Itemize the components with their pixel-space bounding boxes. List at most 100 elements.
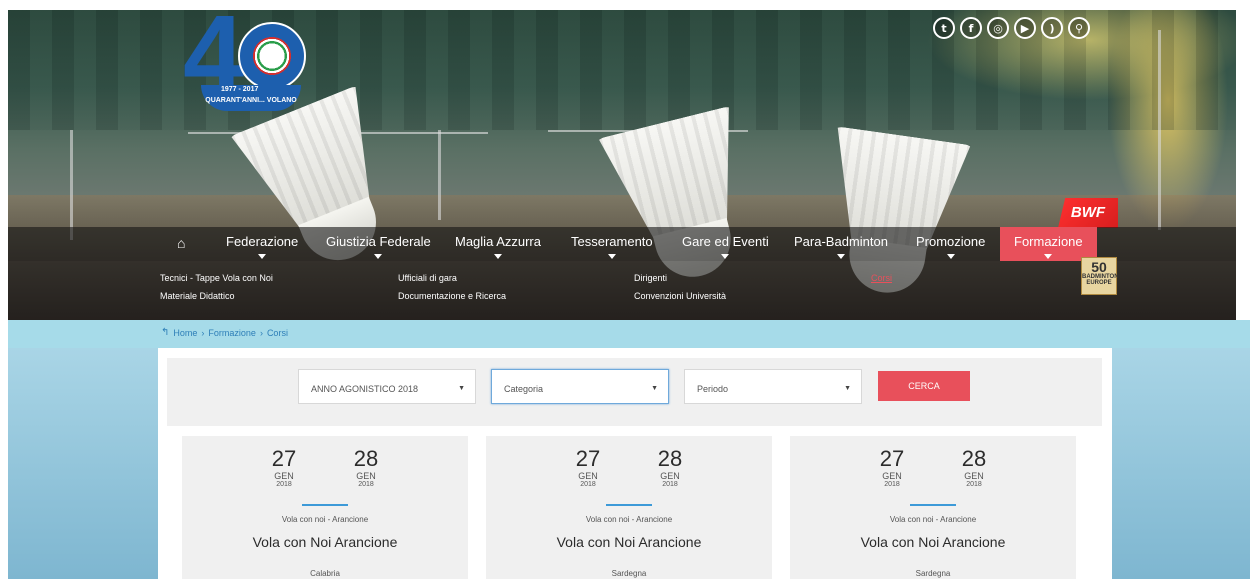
periodo-select[interactable]: Periodo ▼ xyxy=(684,369,862,404)
chevron-down-icon xyxy=(1044,254,1053,259)
nav-label: Promozione xyxy=(916,234,986,249)
formazione-submenu: Tecnici - Tappe Vola con Noi Ufficiali d… xyxy=(8,257,1236,320)
breadcrumb: ↰ Home › Formazione › Corsi xyxy=(161,327,288,338)
card-divider xyxy=(910,504,956,506)
breadcrumb-home[interactable]: Home xyxy=(173,328,197,338)
home-icon[interactable]: ⌂ xyxy=(177,235,185,251)
end-date: 28 GEN 2018 xyxy=(345,448,387,489)
end-day: 28 xyxy=(353,446,379,471)
course-title[interactable]: Vola con Noi Arancione xyxy=(182,534,468,550)
end-day: 28 xyxy=(657,446,683,471)
card-divider xyxy=(302,504,348,506)
submenu-item-tecnici[interactable]: Tecnici - Tappe Vola con Noi xyxy=(160,273,273,283)
categoria-select-value: Categoria xyxy=(504,384,544,394)
end-month: GEN xyxy=(964,471,984,481)
nav-label: Federazione xyxy=(226,234,299,249)
course-card[interactable]: 27 GEN 2018 28 GEN 2018 Vola con noi - A… xyxy=(790,436,1076,579)
chevron-down-icon xyxy=(946,254,955,259)
submenu-item-corsi[interactable]: Corsi xyxy=(871,273,892,283)
categoria-select[interactable]: Categoria ▼ xyxy=(491,369,669,404)
twitter-icon[interactable]: t xyxy=(933,17,955,39)
dropdown-arrow-icon: ▼ xyxy=(651,385,658,392)
cerca-button[interactable]: CERCA xyxy=(878,371,970,401)
facebook-icon[interactable]: f xyxy=(960,17,982,39)
net-post xyxy=(70,130,73,240)
net-post xyxy=(1158,30,1161,230)
end-date: 28 GEN 2018 xyxy=(649,448,691,489)
end-year: 2018 xyxy=(966,481,982,488)
dropdown-arrow-icon: ▼ xyxy=(458,385,465,392)
end-date: 28 GEN 2018 xyxy=(953,448,995,489)
nav-item-promozione[interactable]: Promozione xyxy=(916,227,985,261)
end-day: 28 xyxy=(961,446,987,471)
start-month: GEN xyxy=(274,471,294,481)
anno-select[interactable]: ANNO AGONISTICO 2018 ▼ xyxy=(298,369,476,404)
back-arrow-icon[interactable]: ↰ xyxy=(161,327,169,338)
nav-label: Formazione xyxy=(1014,234,1083,249)
fiba-40-logo[interactable]: 4 QUARANT'ANNI... VOLANO 1977 - 2017 xyxy=(183,10,323,130)
course-title[interactable]: Vola con Noi Arancione xyxy=(790,534,1076,550)
course-region: Sardegna xyxy=(611,569,647,578)
logo-years: 1977 - 2017 xyxy=(221,86,259,93)
nav-item-federazione[interactable]: Federazione xyxy=(226,227,298,261)
anno-select-value: ANNO AGONISTICO 2018 xyxy=(311,384,419,394)
nav-item-giustizia-federale[interactable]: Giustizia Federale xyxy=(326,227,431,261)
badminton-europe-number: 50 xyxy=(1091,259,1107,275)
nav-label: Para-Badminton xyxy=(794,234,888,249)
end-month: GEN xyxy=(356,471,376,481)
breadcrumb-corsi: Corsi xyxy=(266,327,288,338)
course-category: Vola con noi - Arancione xyxy=(585,515,673,524)
start-date: 27 GEN 2018 xyxy=(567,448,609,489)
search-icon[interactable]: ⚲ xyxy=(1068,17,1090,39)
course-dates: 27 GEN 2018 28 GEN 2018 xyxy=(486,448,772,489)
rss-icon[interactable]: ) xyxy=(1041,17,1063,39)
chevron-down-icon xyxy=(493,254,502,259)
badminton-europe-text: BADMINTON EUROPE xyxy=(1082,274,1119,286)
course-region: Calabria xyxy=(310,569,340,578)
course-card[interactable]: 27 GEN 2018 28 GEN 2018 Vola con noi - A… xyxy=(182,436,468,579)
instagram-icon[interactable]: ◎ xyxy=(987,17,1009,39)
start-date: 27 GEN 2018 xyxy=(263,448,305,489)
nav-item-para-badminton[interactable]: Para-Badminton xyxy=(794,227,888,261)
main-nav: ⌂ Federazione Giustizia Federale Maglia … xyxy=(8,227,1236,261)
nav-label: Giustizia Federale xyxy=(326,234,431,249)
youtube-icon[interactable]: ▶ xyxy=(1014,17,1036,39)
chevron-down-icon xyxy=(607,254,616,259)
submenu-item-documentazione[interactable]: Documentazione e Ricerca xyxy=(398,291,506,301)
course-dates: 27 GEN 2018 28 GEN 2018 xyxy=(182,448,468,489)
course-title[interactable]: Vola con Noi Arancione xyxy=(486,534,772,550)
nav-label: Maglia Azzurra xyxy=(455,234,541,249)
nav-item-formazione[interactable]: Formazione xyxy=(1000,227,1097,261)
start-day: 27 xyxy=(879,446,905,471)
nav-item-tesseramento[interactable]: Tesseramento xyxy=(571,227,653,261)
logo-emblem xyxy=(238,22,306,90)
badminton-europe-logo[interactable]: 50 BADMINTON EUROPE xyxy=(1081,257,1119,295)
chevron-down-icon xyxy=(721,254,730,259)
bwf-logo[interactable]: BWF xyxy=(1058,198,1118,228)
net-post xyxy=(438,130,441,220)
submenu-item-materiale-didattico[interactable]: Materiale Didattico xyxy=(160,291,235,301)
nav-item-gare-ed-eventi[interactable]: Gare ed Eventi xyxy=(682,227,769,261)
end-month: GEN xyxy=(660,471,680,481)
side-background-right xyxy=(1112,348,1250,579)
start-month: GEN xyxy=(882,471,902,481)
course-card[interactable]: 27 GEN 2018 28 GEN 2018 Vola con noi - A… xyxy=(486,436,772,579)
submenu-item-dirigenti[interactable]: Dirigenti xyxy=(634,273,667,283)
dropdown-arrow-icon: ▼ xyxy=(844,385,851,392)
start-day: 27 xyxy=(575,446,601,471)
breadcrumb-formazione[interactable]: Formazione xyxy=(208,328,256,338)
end-year: 2018 xyxy=(358,481,374,488)
nav-label: Tesseramento xyxy=(571,234,653,249)
course-dates: 27 GEN 2018 28 GEN 2018 xyxy=(790,448,1076,489)
card-divider xyxy=(606,504,652,506)
social-links: t f ◎ ▶ ) ⚲ xyxy=(933,17,1090,39)
start-year: 2018 xyxy=(276,481,292,488)
submenu-item-ufficiali-di-gara[interactable]: Ufficiali di gara xyxy=(398,273,457,283)
start-year: 2018 xyxy=(580,481,596,488)
submenu-item-convenzioni[interactable]: Convenzioni Università xyxy=(634,291,726,301)
chevron-down-icon xyxy=(836,254,845,259)
chevron-right-icon: › xyxy=(201,327,205,338)
start-date: 27 GEN 2018 xyxy=(871,448,913,489)
nav-item-maglia-azzurra[interactable]: Maglia Azzurra xyxy=(455,227,541,261)
hero-banner: 4 QUARANT'ANNI... VOLANO 1977 - 2017 t f… xyxy=(8,10,1236,320)
